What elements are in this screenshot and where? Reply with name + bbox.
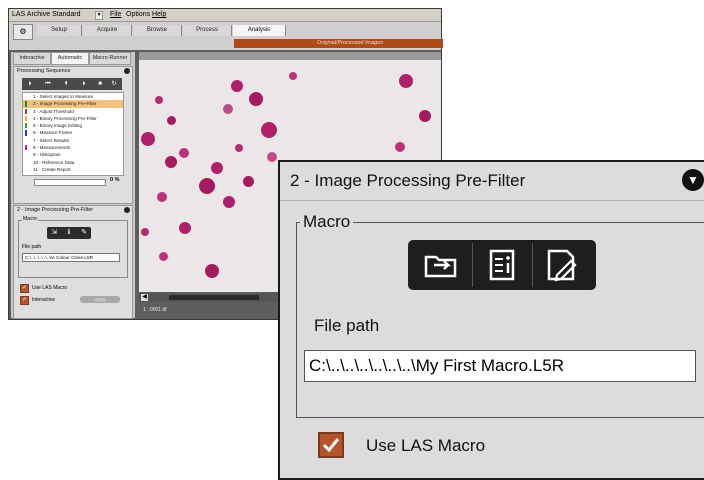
edit-macro-icon[interactable]	[532, 243, 591, 287]
list-item[interactable]: 9 - Histogram	[23, 151, 123, 158]
list-item[interactable]: 3 - Adjust Threshold	[23, 108, 123, 115]
macro-info-icon[interactable]: ℹ	[63, 228, 75, 238]
processing-sequence-panel: Processing Sequence ⏵ ⏮ ⏴ ⏵ ■ ↻ 1 - Sele…	[13, 66, 133, 204]
tab-macro-runner[interactable]: Macro Runner	[89, 52, 131, 65]
rewind-icon[interactable]: ⏮	[42, 79, 54, 89]
scroll-left-icon[interactable]: ◀	[141, 294, 148, 301]
list-item[interactable]: 6 - Measure Frame	[23, 129, 123, 136]
sequence-toolbar: ⏵ ⏮ ⏴ ⏵ ■ ↻	[22, 78, 122, 90]
zoom-file-path-label: File path	[314, 316, 380, 335]
title-bar: LAS Archive Standard ▼ File Options Help	[9, 9, 441, 22]
list-item[interactable]: 10 - Reference Data	[23, 159, 123, 166]
app-title: LAS Archive Standard	[12, 11, 81, 18]
interactive-label: Interactive	[32, 297, 56, 303]
prefilter-panel: 2 - Image Processing Pre-Filter Macro ⇲ …	[13, 205, 133, 319]
tab-acquire[interactable]: Acquire	[83, 25, 132, 36]
zoom-inset: 2 - Image Processing Pre-Filter ▼ Macro	[278, 160, 704, 480]
zoom-use-las-macro-checkbox[interactable]	[318, 432, 344, 458]
menu-help[interactable]: Help	[152, 9, 166, 21]
image-view-label: Original/Processed Images	[316, 40, 383, 46]
zoom-macro-buttons	[408, 240, 596, 290]
tab-analysis[interactable]: Analysis	[233, 25, 286, 36]
tab-process[interactable]: Process	[183, 25, 232, 36]
sequence-step-list: 1 - Select Images to Measure 2 - Image P…	[22, 92, 124, 176]
loop-icon[interactable]: ↻	[108, 79, 120, 89]
file-path-label: File path	[22, 244, 42, 250]
viewer-status: 1 : 0001.tif	[143, 307, 167, 313]
step-forward-icon[interactable]: ⏵	[78, 79, 90, 89]
tab-setup[interactable]: Setup	[37, 25, 82, 36]
interactive-checkbox[interactable]: ✓	[20, 296, 29, 305]
macro-buttons: ⇲ ℹ ✎	[47, 227, 91, 239]
macro-group: Macro ⇲ ℹ ✎ File path C:\..\..\..\..\..\…	[18, 216, 128, 278]
app-menu-icon[interactable]: ⚙	[13, 24, 33, 40]
use-las-macro-label: Use LAS Macro	[32, 285, 68, 291]
tab-interactive[interactable]: Interactive	[13, 52, 51, 65]
list-item[interactable]: 4 - Binary Processing Pre-Filter	[23, 115, 123, 122]
left-panel: Interactive Automatic Macro Runner Proce…	[11, 52, 135, 319]
list-item[interactable]: 8 - Measurements	[23, 144, 123, 151]
collapse-icon[interactable]: ▼	[682, 169, 704, 191]
open-macro-icon[interactable]: ⇲	[48, 228, 60, 238]
step-back-icon[interactable]: ⏴	[60, 79, 72, 89]
list-item[interactable]: 5 - Binary Image Editing	[23, 122, 123, 129]
menu-file[interactable]: File	[110, 9, 121, 21]
collapse-icon[interactable]	[124, 68, 130, 74]
zoom-header: 2 - Image Processing Pre-Filter ▼	[280, 162, 704, 201]
zoom-use-las-macro-label: Use LAS Macro	[366, 436, 486, 455]
run-icon[interactable]: ⏵	[24, 79, 36, 89]
chevron-down-icon[interactable]: ▼	[95, 11, 103, 20]
progress-bar	[34, 179, 106, 186]
tab-browse[interactable]: Browse	[133, 25, 182, 36]
viewer-header	[139, 52, 441, 60]
zoom-title: 2 - Image Processing Pre-Filter	[290, 171, 526, 190]
macro-legend: Macro	[22, 216, 38, 222]
stop-icon[interactable]: ■	[94, 79, 106, 89]
list-item[interactable]: 2 - Image Processing Pre-Filter	[23, 100, 123, 108]
list-item[interactable]: 1 - Select Images to Measure	[23, 93, 123, 100]
list-item[interactable]: 11 - Create Report	[23, 166, 123, 173]
zoom-file-path-field[interactable]: C:\..\..\..\..\..\..\My First Macro.L5R	[304, 350, 696, 382]
menu-options[interactable]: Options	[126, 9, 150, 21]
open-macro-icon[interactable]	[412, 243, 470, 287]
tab-automatic[interactable]: Automatic	[51, 52, 89, 65]
prefilter-header: 2 - Image Processing Pre-Filter	[14, 206, 132, 214]
macro-info-icon[interactable]	[472, 243, 531, 287]
progress-percent: 0 %	[110, 177, 120, 183]
zoom-macro-legend: Macro	[300, 212, 354, 232]
collapse-icon[interactable]	[124, 207, 130, 213]
scrollbar-thumb[interactable]	[169, 295, 259, 300]
list-item[interactable]: 7 - Select Results	[23, 137, 123, 144]
use-las-macro-checkbox[interactable]: ✓	[20, 284, 29, 293]
edit-macro-icon[interactable]: ✎	[78, 228, 90, 238]
processing-sequence-header: Processing Sequence	[14, 67, 132, 75]
file-path-field[interactable]: C:\..\..\..\..\..\IA Colour Close.L5R	[22, 253, 120, 262]
image-view-bar: Original/Processed Images	[234, 39, 443, 48]
apply-button[interactable]: Apply	[80, 296, 120, 303]
